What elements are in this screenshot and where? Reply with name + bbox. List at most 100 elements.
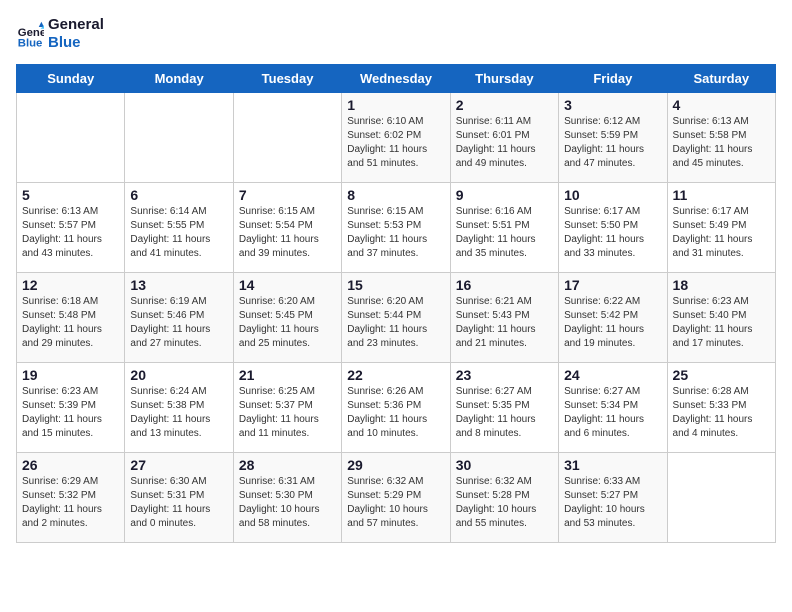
day-number: 9 bbox=[456, 187, 553, 203]
day-number: 14 bbox=[239, 277, 336, 293]
day-number: 12 bbox=[22, 277, 119, 293]
logo: General Blue General Blue bbox=[16, 16, 104, 52]
day-info: Sunrise: 6:31 AM Sunset: 5:30 PM Dayligh… bbox=[239, 475, 336, 531]
day-info: Sunrise: 6:32 AM Sunset: 5:28 PM Dayligh… bbox=[456, 475, 553, 531]
day-info: Sunrise: 6:14 AM Sunset: 5:55 PM Dayligh… bbox=[130, 205, 227, 261]
day-cell: 5 Sunrise: 6:13 AM Sunset: 5:57 PM Daylig… bbox=[17, 183, 125, 273]
day-number: 16 bbox=[456, 277, 553, 293]
day-info: Sunrise: 6:17 AM Sunset: 5:49 PM Dayligh… bbox=[673, 205, 770, 261]
header-friday: Friday bbox=[559, 65, 667, 93]
day-cell: 22Sunrise: 6:26 AM Sunset: 5:36 PM Dayli… bbox=[342, 363, 450, 453]
day-cell: 23 Sunrise: 6:27 AM Sunset: 5:35 PM Dayli… bbox=[450, 363, 558, 453]
day-number: 19 bbox=[22, 367, 119, 383]
week-row-2: 5 Sunrise: 6:13 AM Sunset: 5:57 PM Daylig… bbox=[17, 183, 776, 273]
day-number: 10 bbox=[564, 187, 661, 203]
svg-text:Blue: Blue bbox=[18, 37, 43, 48]
day-number: 26 bbox=[22, 457, 119, 473]
day-number: 30 bbox=[456, 457, 553, 473]
header-saturday: Saturday bbox=[667, 65, 775, 93]
day-info: Sunrise: 6:16 AM Sunset: 5:51 PM Dayligh… bbox=[456, 205, 553, 261]
day-info: Sunrise: 6:17 AM Sunset: 5:50 PM Dayligh… bbox=[564, 205, 661, 261]
day-cell: 19 Sunrise: 6:23 AM Sunset: 5:39 PM Dayli… bbox=[17, 363, 125, 453]
day-info: Sunrise: 6:26 AM Sunset: 5:36 PM Dayligh… bbox=[347, 385, 444, 441]
day-cell: 1 Sunrise: 6:10 AM Sunset: 6:02 PM Daylig… bbox=[342, 93, 450, 183]
day-cell: 28 Sunrise: 6:31 AM Sunset: 5:30 PM Dayli… bbox=[233, 453, 341, 543]
day-cell: 14 Sunrise: 6:20 AM Sunset: 5:45 PM Dayli… bbox=[233, 273, 341, 363]
week-row-5: 26Sunrise: 6:29 AM Sunset: 5:32 PM Dayli… bbox=[17, 453, 776, 543]
day-number: 4 bbox=[673, 97, 770, 113]
day-number: 2 bbox=[456, 97, 553, 113]
day-cell: 18 Sunrise: 6:23 AM Sunset: 5:40 PM Dayli… bbox=[667, 273, 775, 363]
day-info: Sunrise: 6:21 AM Sunset: 5:43 PM Dayligh… bbox=[456, 295, 553, 351]
calendar-header: SundayMondayTuesdayWednesdayThursdayFrid… bbox=[17, 65, 776, 93]
calendar-table: SundayMondayTuesdayWednesdayThursdayFrid… bbox=[16, 64, 776, 543]
day-number: 5 bbox=[22, 187, 119, 203]
day-info: Sunrise: 6:19 AM Sunset: 5:46 PM Dayligh… bbox=[130, 295, 227, 351]
day-cell: 25 Sunrise: 6:28 AM Sunset: 5:33 PM Dayli… bbox=[667, 363, 775, 453]
day-number: 25 bbox=[673, 367, 770, 383]
day-cell bbox=[17, 93, 125, 183]
day-number: 8 bbox=[347, 187, 444, 203]
day-cell: 3Sunrise: 6:12 AM Sunset: 5:59 PM Daylig… bbox=[559, 93, 667, 183]
day-cell: 20 Sunrise: 6:24 AM Sunset: 5:38 PM Dayli… bbox=[125, 363, 233, 453]
day-cell: 21Sunrise: 6:25 AM Sunset: 5:37 PM Dayli… bbox=[233, 363, 341, 453]
header-sunday: Sunday bbox=[17, 65, 125, 93]
day-number: 20 bbox=[130, 367, 227, 383]
week-row-4: 19 Sunrise: 6:23 AM Sunset: 5:39 PM Dayli… bbox=[17, 363, 776, 453]
day-cell: 24 Sunrise: 6:27 AM Sunset: 5:34 PM Dayli… bbox=[559, 363, 667, 453]
day-number: 3 bbox=[564, 97, 661, 113]
day-cell bbox=[125, 93, 233, 183]
day-cell: 26Sunrise: 6:29 AM Sunset: 5:32 PM Dayli… bbox=[17, 453, 125, 543]
header-monday: Monday bbox=[125, 65, 233, 93]
day-info: Sunrise: 6:23 AM Sunset: 5:40 PM Dayligh… bbox=[673, 295, 770, 351]
day-number: 11 bbox=[673, 187, 770, 203]
day-info: Sunrise: 6:27 AM Sunset: 5:35 PM Dayligh… bbox=[456, 385, 553, 441]
day-info: Sunrise: 6:32 AM Sunset: 5:29 PM Dayligh… bbox=[347, 475, 444, 531]
week-row-3: 12 Sunrise: 6:18 AM Sunset: 5:48 PM Dayli… bbox=[17, 273, 776, 363]
day-info: Sunrise: 6:15 AM Sunset: 5:54 PM Dayligh… bbox=[239, 205, 336, 261]
header: General Blue General Blue bbox=[16, 16, 776, 52]
logo-icon: General Blue bbox=[16, 20, 44, 48]
day-number: 6 bbox=[130, 187, 227, 203]
day-cell: 11 Sunrise: 6:17 AM Sunset: 5:49 PM Dayli… bbox=[667, 183, 775, 273]
calendar-body: 1 Sunrise: 6:10 AM Sunset: 6:02 PM Daylig… bbox=[17, 93, 776, 543]
day-info: Sunrise: 6:33 AM Sunset: 5:27 PM Dayligh… bbox=[564, 475, 661, 531]
logo-general: General bbox=[48, 16, 104, 34]
day-info: Sunrise: 6:27 AM Sunset: 5:34 PM Dayligh… bbox=[564, 385, 661, 441]
day-info: Sunrise: 6:24 AM Sunset: 5:38 PM Dayligh… bbox=[130, 385, 227, 441]
day-info: Sunrise: 6:28 AM Sunset: 5:33 PM Dayligh… bbox=[673, 385, 770, 441]
day-number: 23 bbox=[456, 367, 553, 383]
day-number: 28 bbox=[239, 457, 336, 473]
day-cell: 30 Sunrise: 6:32 AM Sunset: 5:28 PM Dayli… bbox=[450, 453, 558, 543]
header-tuesday: Tuesday bbox=[233, 65, 341, 93]
logo-blue: Blue bbox=[48, 34, 104, 52]
day-cell: 13Sunrise: 6:19 AM Sunset: 5:46 PM Dayli… bbox=[125, 273, 233, 363]
week-row-1: 1 Sunrise: 6:10 AM Sunset: 6:02 PM Daylig… bbox=[17, 93, 776, 183]
day-info: Sunrise: 6:13 AM Sunset: 5:57 PM Dayligh… bbox=[22, 205, 119, 261]
day-info: Sunrise: 6:20 AM Sunset: 5:44 PM Dayligh… bbox=[347, 295, 444, 351]
day-cell: 2 Sunrise: 6:11 AM Sunset: 6:01 PM Daylig… bbox=[450, 93, 558, 183]
day-cell: 8Sunrise: 6:15 AM Sunset: 5:53 PM Daylig… bbox=[342, 183, 450, 273]
day-cell: 10 Sunrise: 6:17 AM Sunset: 5:50 PM Dayli… bbox=[559, 183, 667, 273]
day-number: 24 bbox=[564, 367, 661, 383]
day-number: 15 bbox=[347, 277, 444, 293]
day-info: Sunrise: 6:11 AM Sunset: 6:01 PM Dayligh… bbox=[456, 115, 553, 171]
header-row: SundayMondayTuesdayWednesdayThursdayFrid… bbox=[17, 65, 776, 93]
day-info: Sunrise: 6:20 AM Sunset: 5:45 PM Dayligh… bbox=[239, 295, 336, 351]
day-info: Sunrise: 6:10 AM Sunset: 6:02 PM Dayligh… bbox=[347, 115, 444, 171]
day-cell: 7 Sunrise: 6:15 AM Sunset: 5:54 PM Daylig… bbox=[233, 183, 341, 273]
day-number: 18 bbox=[673, 277, 770, 293]
day-number: 27 bbox=[130, 457, 227, 473]
day-number: 7 bbox=[239, 187, 336, 203]
header-wednesday: Wednesday bbox=[342, 65, 450, 93]
day-info: Sunrise: 6:18 AM Sunset: 5:48 PM Dayligh… bbox=[22, 295, 119, 351]
day-info: Sunrise: 6:23 AM Sunset: 5:39 PM Dayligh… bbox=[22, 385, 119, 441]
day-info: Sunrise: 6:22 AM Sunset: 5:42 PM Dayligh… bbox=[564, 295, 661, 351]
day-cell: 31Sunrise: 6:33 AM Sunset: 5:27 PM Dayli… bbox=[559, 453, 667, 543]
day-number: 1 bbox=[347, 97, 444, 113]
day-info: Sunrise: 6:30 AM Sunset: 5:31 PM Dayligh… bbox=[130, 475, 227, 531]
day-number: 29 bbox=[347, 457, 444, 473]
day-cell: 6 Sunrise: 6:14 AM Sunset: 5:55 PM Daylig… bbox=[125, 183, 233, 273]
day-number: 21 bbox=[239, 367, 336, 383]
day-cell bbox=[667, 453, 775, 543]
